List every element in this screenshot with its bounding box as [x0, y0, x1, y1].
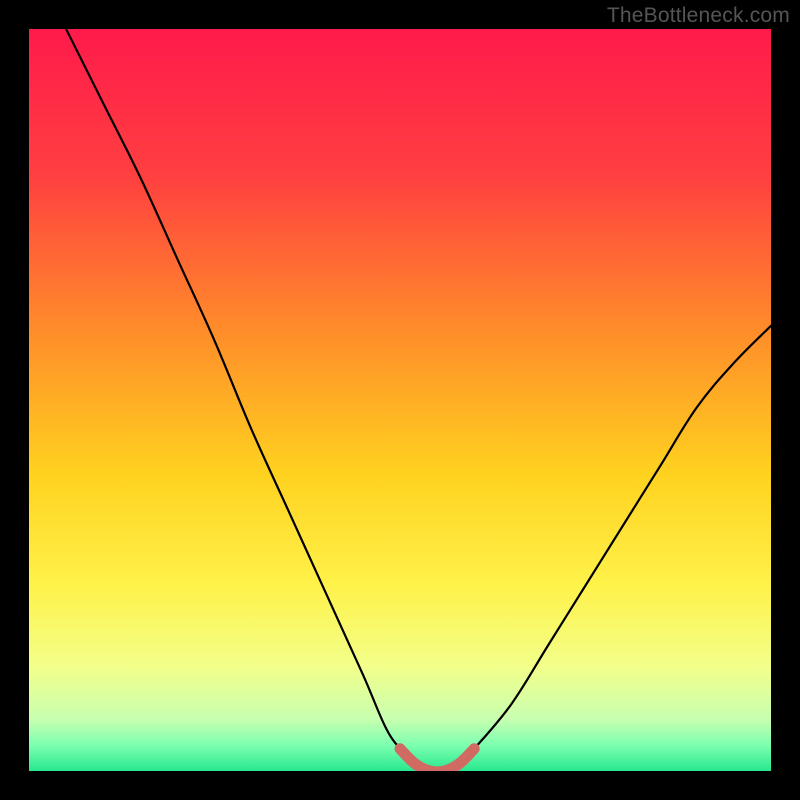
bottleneck-chart: [0, 0, 800, 800]
chart-frame: TheBottleneck.com: [0, 0, 800, 800]
gradient-background: [29, 29, 771, 771]
watermark-label: TheBottleneck.com: [607, 4, 790, 28]
